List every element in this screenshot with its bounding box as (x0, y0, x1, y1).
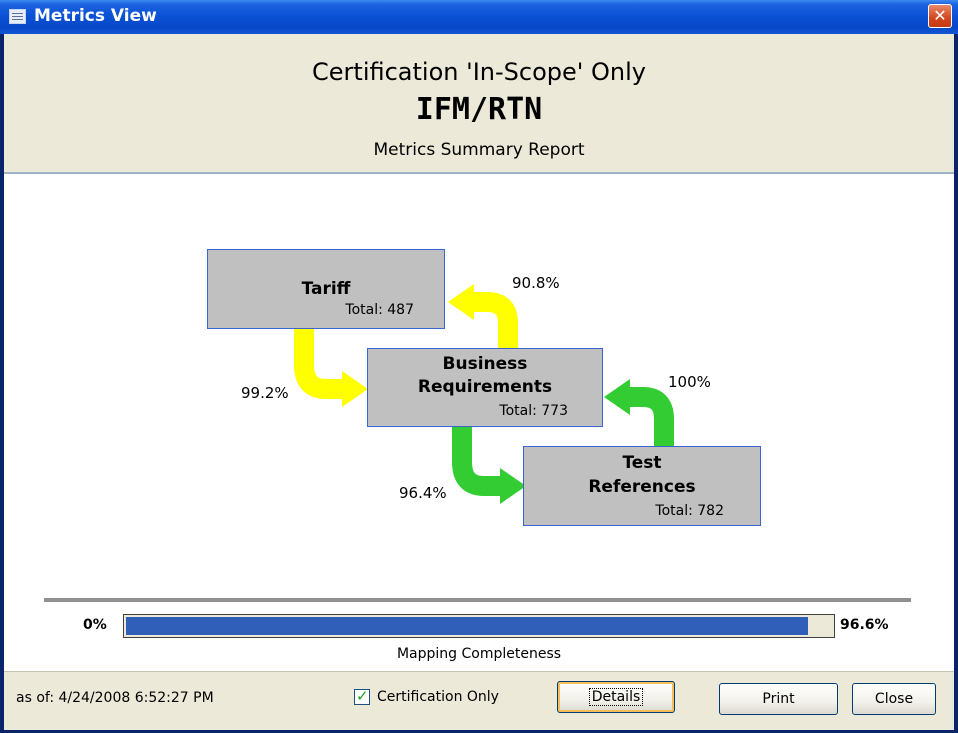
arrow-tr-to-br (604, 379, 674, 452)
details-button[interactable]: Details (557, 681, 675, 713)
progress-caption: Mapping Completeness (396, 646, 562, 662)
certification-only-label[interactable]: Certification Only (377, 689, 499, 705)
window-close-button[interactable]: ✕ (928, 4, 952, 28)
tariff-total: Total: 487 (345, 302, 414, 318)
client-area: Certification 'In-Scope' Only IFM/RTN Me… (4, 34, 954, 730)
pct-tariff-to-br: 99.2% (241, 384, 289, 402)
business-requirements-label-line2: Requirements (417, 377, 553, 397)
print-button-label: Print (762, 691, 795, 707)
pct-br-to-tariff: 90.8% (512, 274, 560, 292)
print-button[interactable]: Print (719, 683, 838, 715)
arrow-br-to-tariff (448, 284, 518, 356)
arrow-tariff-to-br (294, 328, 368, 407)
test-references-label-line1: Test (622, 453, 662, 473)
tariff-label: Tariff (301, 279, 351, 299)
test-references-label-line2: References (588, 477, 696, 497)
progress-fill (126, 617, 808, 635)
details-button-label: Details (588, 688, 644, 706)
form-icon (9, 9, 26, 24)
progress-start-label: 0% (83, 617, 107, 633)
window-title: Metrics View (34, 6, 157, 26)
business-requirements-label-line1: Business (442, 354, 528, 374)
title-bar[interactable]: Metrics View ✕ (0, 0, 958, 34)
close-button-label: Close (874, 691, 914, 707)
arrow-br-to-tr (452, 426, 526, 504)
pct-br-to-tr: 96.4% (399, 484, 447, 502)
tariff-box: Tariff Total: 487 (207, 249, 445, 329)
separator-line (44, 598, 911, 602)
metrics-view-window: Metrics View ✕ Certification 'In-Scope' … (0, 0, 958, 733)
business-requirements-box: Business Requirements Total: 773 (367, 348, 603, 427)
mapping-completeness-bar (123, 614, 835, 638)
test-references-box: Test References Total: 782 (523, 446, 761, 526)
footer-bar: as of: 4/24/2008 6:52:27 PM ✓ Certificat… (4, 671, 954, 730)
close-button[interactable]: Close (852, 683, 936, 715)
business-requirements-total: Total: 773 (499, 403, 568, 419)
test-references-total: Total: 782 (655, 503, 724, 519)
progress-end-label: 96.6% (840, 617, 889, 633)
as-of-timestamp: as of: 4/24/2008 6:52:27 PM (16, 690, 214, 706)
checkmark-icon: ✓ (356, 687, 369, 705)
certification-only-checkbox[interactable]: ✓ (354, 687, 370, 705)
pct-tr-to-br: 100% (668, 373, 711, 391)
